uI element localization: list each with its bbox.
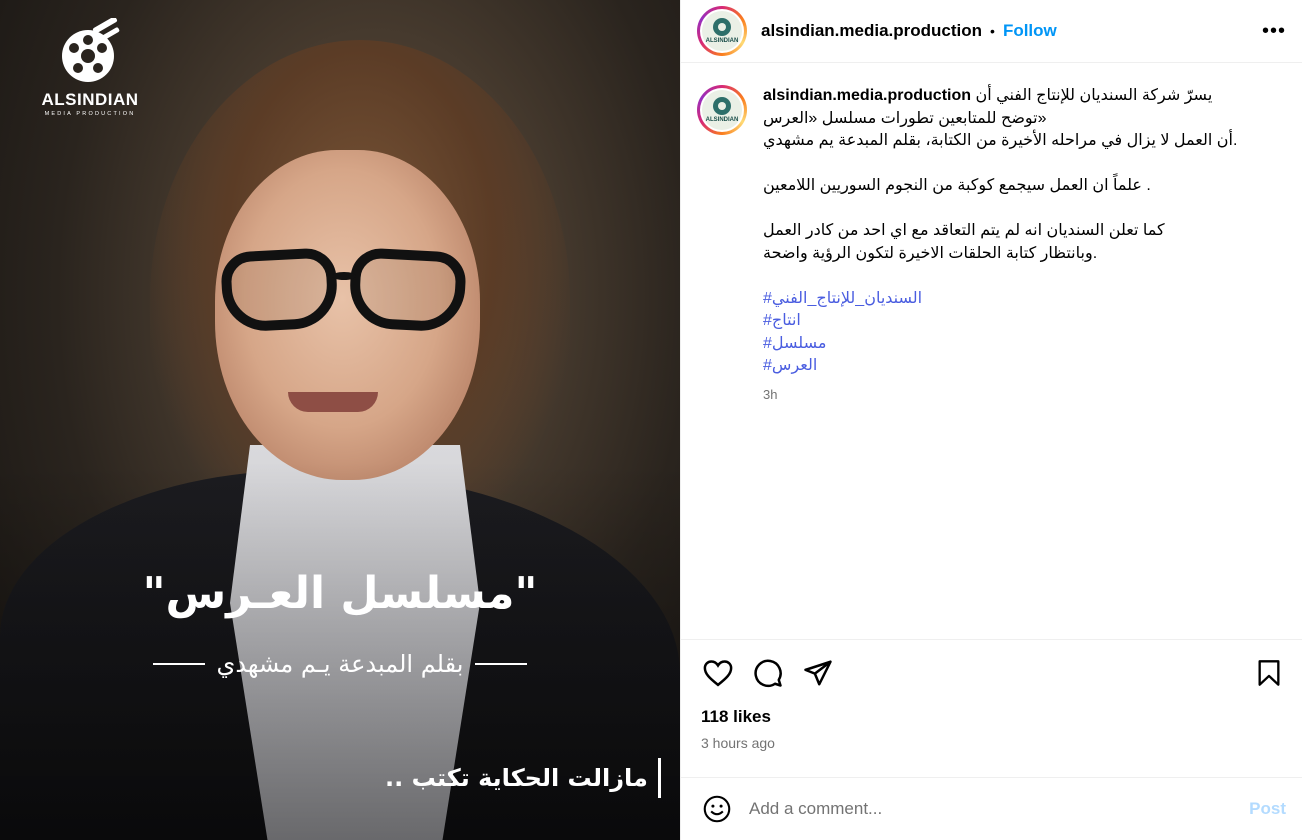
caption-timestamp[interactable]: 3h — [763, 384, 1283, 407]
caption-username[interactable]: alsindian.media.production — [763, 87, 971, 104]
heart-icon[interactable] — [701, 656, 735, 690]
caption-avatar[interactable]: ALSINDIAN — [697, 85, 747, 135]
film-reel-icon — [62, 18, 120, 82]
post-comment-button[interactable]: Post — [1249, 799, 1286, 819]
caption-line-4: علماً ان العمل سيجمع كوكبة من النجوم الس… — [763, 177, 1151, 194]
share-icon[interactable] — [801, 656, 835, 690]
divider-left — [152, 663, 205, 665]
hashtag-link[interactable]: #انتاج — [763, 310, 1283, 333]
logo-subtitle: MEDIA PRODUCTION — [44, 111, 136, 117]
bookmark-icon[interactable] — [1252, 656, 1286, 690]
caption-avatar-text: ALSINDIAN — [705, 117, 739, 123]
overlay-subtitle: بقلم المبدعة يـم مشهدي — [140, 650, 540, 678]
instagram-post: ALSINDIAN MEDIA PRODUCTION "مسلسل العـرس… — [0, 0, 1302, 840]
follow-button[interactable]: Follow — [1003, 21, 1057, 41]
overlay-tagline-text: مازالت الحكاية تكتب .. — [385, 764, 648, 792]
post-side-panel: ALSINDIAN alsindian.media.production • F… — [680, 0, 1302, 840]
header-username[interactable]: alsindian.media.production — [761, 21, 982, 41]
comment-icon[interactable] — [751, 656, 785, 690]
hashtag-link[interactable]: #السنديان_للإنتاج_الفني — [763, 288, 1283, 311]
caption-line-5: كما تعلن السنديان انه لم يتم التعاقد مع … — [763, 222, 1165, 239]
overlay-title: "مسلسل العـرس" — [142, 568, 538, 619]
post-header: ALSINDIAN alsindian.media.production • F… — [681, 0, 1302, 63]
divider-right — [475, 663, 528, 665]
comment-bar: Post — [681, 777, 1302, 840]
caption-line-3: أن العمل لا يزال في مراحله الأخيرة من ال… — [763, 132, 1238, 149]
tagline-bar — [657, 758, 661, 798]
post-age[interactable]: 3 hours ago — [681, 727, 1302, 777]
hashtag-link[interactable]: #العرس — [763, 355, 1283, 378]
post-image[interactable]: ALSINDIAN MEDIA PRODUCTION "مسلسل العـرس… — [0, 0, 680, 840]
action-bar — [681, 639, 1302, 705]
avatar[interactable]: ALSINDIAN — [697, 6, 747, 56]
header-separator: • — [990, 23, 995, 39]
caption-line-2: توضح للمتابعين تطورات مسلسل «العرس» — [763, 109, 1047, 127]
caption-line-6: وبانتظار كتابة الحلقات الاخيرة لتكون الر… — [763, 244, 1098, 262]
caption-body: alsindian.media.production يسرّ شركة الس… — [763, 85, 1283, 639]
likes-count[interactable]: 118 likes — [681, 705, 1302, 727]
image-shade — [0, 0, 680, 840]
emoji-icon[interactable] — [701, 793, 733, 825]
caption-area: ALSINDIAN alsindian.media.production يسر… — [681, 63, 1302, 639]
overlay-subtitle-text: بقلم المبدعة يـم مشهدي — [216, 650, 464, 678]
more-icon[interactable]: ••• — [1262, 20, 1286, 43]
comment-input[interactable] — [749, 799, 1250, 819]
avatar-text: ALSINDIAN — [705, 38, 739, 44]
logo-mark-icon — [713, 97, 731, 115]
brand-logo: ALSINDIAN MEDIA PRODUCTION — [34, 18, 146, 117]
caption-text-1: يسرّ شركة السنديان للإنتاج الفني أن — [975, 87, 1213, 104]
hashtag-link[interactable]: #مسلسل — [763, 333, 1283, 356]
logo-mark-icon — [713, 18, 731, 36]
overlay-tagline: مازالت الحكاية تكتب .. — [385, 758, 661, 798]
caption-line-1: alsindian.media.production يسرّ شركة الس… — [763, 85, 1283, 108]
logo-brand: ALSINDIAN — [41, 90, 139, 109]
